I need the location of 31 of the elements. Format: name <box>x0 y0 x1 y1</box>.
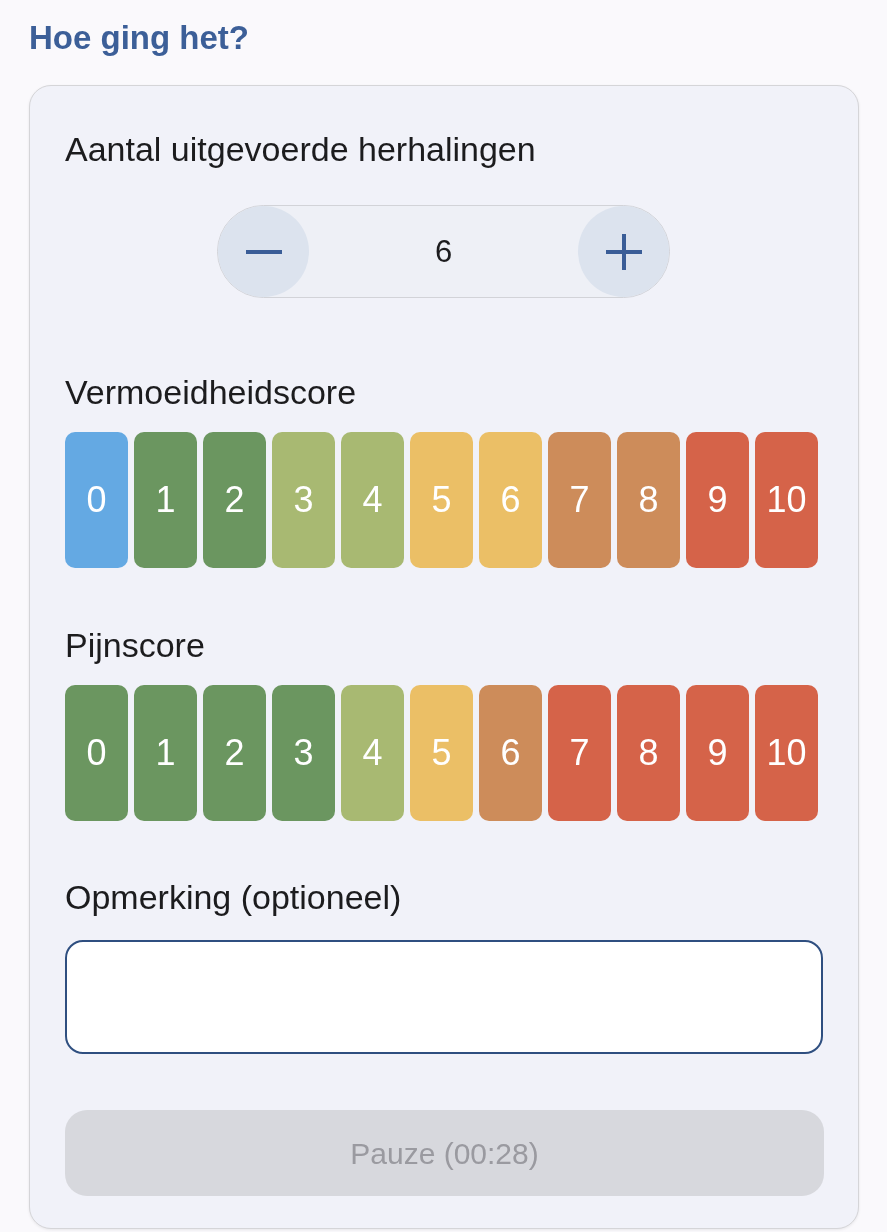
minus-icon <box>245 249 282 254</box>
score-option[interactable]: 9 <box>686 685 749 821</box>
score-option[interactable]: 9 <box>686 432 749 568</box>
score-option[interactable]: 7 <box>548 685 611 821</box>
score-option[interactable]: 2 <box>203 685 266 821</box>
score-option[interactable]: 1 <box>134 432 197 568</box>
score-option[interactable]: 4 <box>341 685 404 821</box>
section-title: Hoe ging het? <box>29 18 249 58</box>
score-option[interactable]: 5 <box>410 685 473 821</box>
counter-value: 6 <box>434 236 453 267</box>
score-option[interactable]: 8 <box>617 685 680 821</box>
score-option[interactable]: 6 <box>479 432 542 568</box>
score-option[interactable]: 5 <box>410 432 473 568</box>
score-option[interactable]: 6 <box>479 685 542 821</box>
score-option[interactable]: 8 <box>617 432 680 568</box>
field-label: Aantal uitgevoerde herhalingen <box>65 129 536 169</box>
score-option[interactable]: 10 <box>755 432 818 568</box>
score-option[interactable]: 1 <box>134 685 197 821</box>
field-label: Vermoeidheidscore <box>65 372 357 412</box>
score-option[interactable]: 0 <box>65 432 128 568</box>
score-option[interactable]: 4 <box>341 432 404 568</box>
field-label: Pijnscore <box>65 625 205 665</box>
field-label: Opmerking (optioneel) <box>65 877 402 917</box>
score-option[interactable]: 3 <box>272 432 335 568</box>
score-option[interactable]: 10 <box>755 685 818 821</box>
plus-icon <box>605 233 642 270</box>
remark-field[interactable] <box>65 940 823 1054</box>
score-option[interactable]: 0 <box>65 685 128 821</box>
score-option[interactable]: 3 <box>272 685 335 821</box>
score-option[interactable]: 7 <box>548 432 611 568</box>
score-option[interactable]: 2 <box>203 432 266 568</box>
